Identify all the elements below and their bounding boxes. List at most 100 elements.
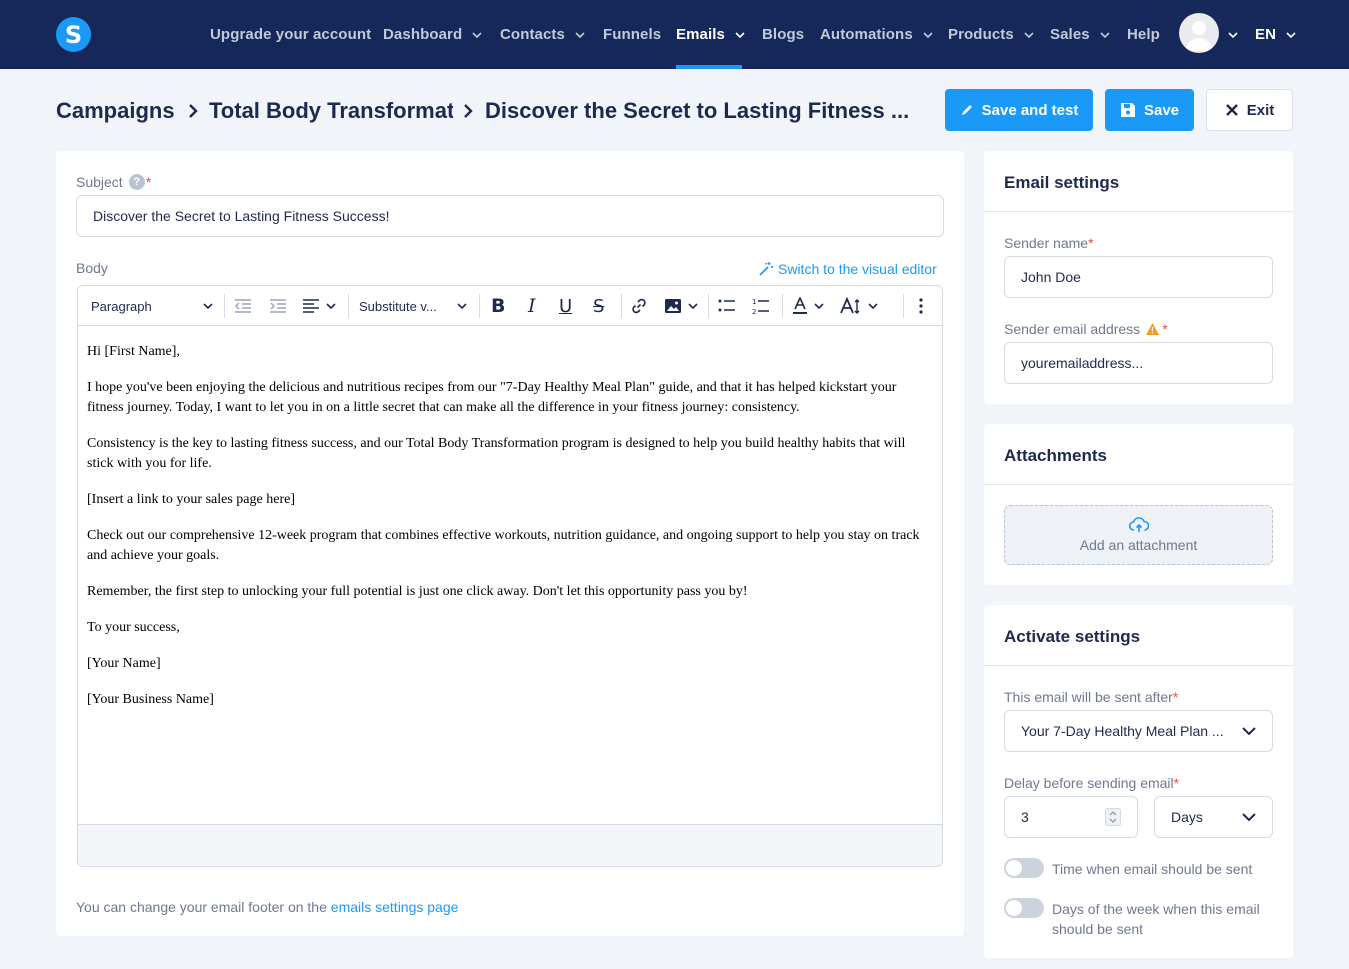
nav-upgrade-account[interactable]: Upgrade your account bbox=[210, 0, 371, 69]
toolbar-divider bbox=[903, 294, 904, 318]
nav-automations[interactable]: Automations bbox=[820, 0, 933, 69]
chevron-down-icon bbox=[1286, 31, 1296, 38]
breadcrumb-campaigns[interactable]: Campaigns bbox=[56, 96, 181, 126]
breadcrumb-campaign[interactable]: Total Body Transformation bbox=[209, 96, 453, 126]
svg-text:2: 2 bbox=[752, 308, 756, 315]
delay-unit-select[interactable]: Days bbox=[1154, 796, 1273, 838]
nav-blogs[interactable]: Blogs bbox=[762, 0, 804, 69]
nav-sales[interactable]: Sales bbox=[1050, 0, 1110, 69]
required-marker: * bbox=[1172, 689, 1179, 705]
magic-wand-icon bbox=[759, 262, 773, 276]
weekdays-toggle[interactable] bbox=[1004, 898, 1044, 918]
subject-input[interactable]: Discover the Secret to Lasting Fitness S… bbox=[76, 195, 944, 237]
sender-email-input[interactable]: youremailaddress... bbox=[1004, 342, 1273, 384]
substitute-variable-dropdown[interactable]: Substitute v... bbox=[359, 286, 467, 326]
required-marker: * bbox=[1088, 235, 1094, 251]
number-stepper-icon[interactable] bbox=[1105, 808, 1121, 826]
underline-icon[interactable]: U bbox=[559, 286, 572, 326]
align-dropdown[interactable] bbox=[302, 286, 336, 326]
subject-label: Subject ? * bbox=[76, 174, 151, 190]
sent-after-value: Your 7-Day Healthy Meal Plan ... bbox=[1021, 723, 1224, 739]
nav-products[interactable]: Products bbox=[948, 0, 1034, 69]
chevron-down-icon bbox=[735, 31, 745, 38]
body-paragraph: [Insert a link to your sales page here] bbox=[87, 492, 295, 507]
font-color-icon bbox=[793, 297, 807, 314]
nav-emails[interactable]: Emails bbox=[676, 0, 745, 69]
outdent-icon[interactable] bbox=[234, 286, 252, 326]
send-time-toggle[interactable] bbox=[1004, 858, 1044, 878]
insert-image-dropdown[interactable] bbox=[664, 286, 698, 326]
more-options-icon[interactable] bbox=[919, 286, 923, 326]
rich-text-editor: Paragraph Substitute v... B I U S 12 Hi … bbox=[77, 285, 943, 867]
email-settings-link[interactable]: emails settings page bbox=[331, 899, 459, 915]
user-avatar[interactable] bbox=[1179, 13, 1219, 53]
substitute-variable-label: Substitute v... bbox=[359, 298, 437, 314]
bullet-list-icon[interactable] bbox=[718, 286, 736, 326]
save-label: Save bbox=[1143, 101, 1180, 119]
paragraph-format-label: Paragraph bbox=[91, 298, 152, 314]
body-paragraph: [Your Business Name] bbox=[87, 692, 214, 707]
chevron-down-icon bbox=[203, 303, 213, 309]
font-color-dropdown[interactable] bbox=[792, 286, 824, 326]
body-paragraph: To your success, bbox=[87, 620, 180, 635]
top-navigation: S Upgrade your account Dashboard Contact… bbox=[0, 0, 1349, 69]
chevron-down-icon bbox=[688, 303, 698, 309]
link-icon[interactable] bbox=[630, 286, 648, 326]
activate-settings-title: Activate settings bbox=[1004, 627, 1141, 646]
sent-after-label: This email will be sent after* bbox=[1004, 689, 1178, 705]
avatar-dropdown[interactable] bbox=[1228, 0, 1238, 69]
app-logo[interactable]: S bbox=[56, 17, 91, 52]
language-selector[interactable]: EN bbox=[1255, 0, 1296, 69]
editor-status-bar bbox=[78, 824, 942, 866]
nav-label: Funnels bbox=[603, 26, 662, 43]
indent-icon[interactable] bbox=[269, 286, 287, 326]
paragraph-format-dropdown[interactable]: Paragraph bbox=[91, 286, 213, 326]
body-paragraph: Check out our comprehensive 12-week prog… bbox=[87, 528, 920, 563]
exit-button[interactable]: Exit bbox=[1206, 89, 1293, 131]
sender-name-input[interactable]: John Doe bbox=[1004, 256, 1273, 298]
warning-icon[interactable] bbox=[1145, 322, 1160, 336]
add-attachment-dropzone[interactable]: Add an attachment bbox=[1004, 505, 1273, 565]
font-size-dropdown[interactable] bbox=[840, 286, 878, 326]
nav-label: Sales bbox=[1050, 26, 1090, 43]
strikethrough-icon[interactable]: S bbox=[593, 286, 604, 326]
footer-note: You can change your email footer on the … bbox=[76, 899, 458, 915]
numbered-list-icon[interactable]: 12 bbox=[752, 286, 770, 326]
sender-name-label: Sender name* bbox=[1004, 235, 1094, 251]
bold-icon[interactable]: B bbox=[491, 286, 505, 326]
pencil-icon bbox=[961, 105, 972, 115]
nav-dashboard[interactable]: Dashboard bbox=[383, 0, 482, 69]
chevron-down-icon bbox=[1024, 31, 1034, 38]
chevron-down-icon bbox=[814, 303, 824, 309]
body-paragraph: Consistency is the key to lasting fitnes… bbox=[87, 436, 906, 471]
align-left-icon bbox=[303, 299, 319, 313]
email-body-content[interactable]: Hi [First Name], I hope you've been enjo… bbox=[87, 342, 927, 726]
sender-email-label: Sender email address * bbox=[1004, 321, 1168, 337]
save-and-test-button[interactable]: Save and test bbox=[945, 89, 1093, 131]
chevron-down-icon bbox=[326, 303, 336, 309]
exit-label: Exit bbox=[1246, 101, 1275, 119]
add-attachment-label: Add an attachment bbox=[1079, 537, 1198, 553]
nav-label: Upgrade your account bbox=[210, 26, 372, 43]
switch-visual-editor-link[interactable]: Switch to the visual editor bbox=[758, 261, 937, 277]
nav-help[interactable]: Help bbox=[1127, 0, 1160, 69]
email-settings-title: Email settings bbox=[1004, 173, 1120, 192]
save-button[interactable]: Save bbox=[1105, 89, 1194, 131]
attachments-title: Attachments bbox=[1004, 446, 1107, 465]
nav-contacts[interactable]: Contacts bbox=[500, 0, 585, 69]
footer-note-text: You can change your email footer on the bbox=[76, 899, 327, 915]
chevron-down-icon bbox=[1100, 31, 1110, 38]
nav-funnels[interactable]: Funnels bbox=[603, 0, 661, 69]
user-icon bbox=[1185, 21, 1213, 51]
italic-icon[interactable]: I bbox=[528, 286, 536, 326]
help-icon[interactable]: ? bbox=[128, 174, 145, 190]
cloud-upload-icon bbox=[1128, 517, 1149, 532]
toolbar-divider bbox=[621, 294, 622, 318]
language-label: EN bbox=[1255, 26, 1277, 43]
toolbar-divider bbox=[782, 294, 783, 318]
sent-after-select[interactable]: Your 7-Day Healthy Meal Plan ... bbox=[1004, 710, 1273, 752]
required-marker: * bbox=[1173, 775, 1180, 791]
delay-number-input[interactable]: 3 bbox=[1004, 796, 1138, 838]
body-paragraph: Remember, the first step to unlocking yo… bbox=[87, 584, 748, 599]
body-paragraph: [Your Name] bbox=[87, 656, 161, 671]
